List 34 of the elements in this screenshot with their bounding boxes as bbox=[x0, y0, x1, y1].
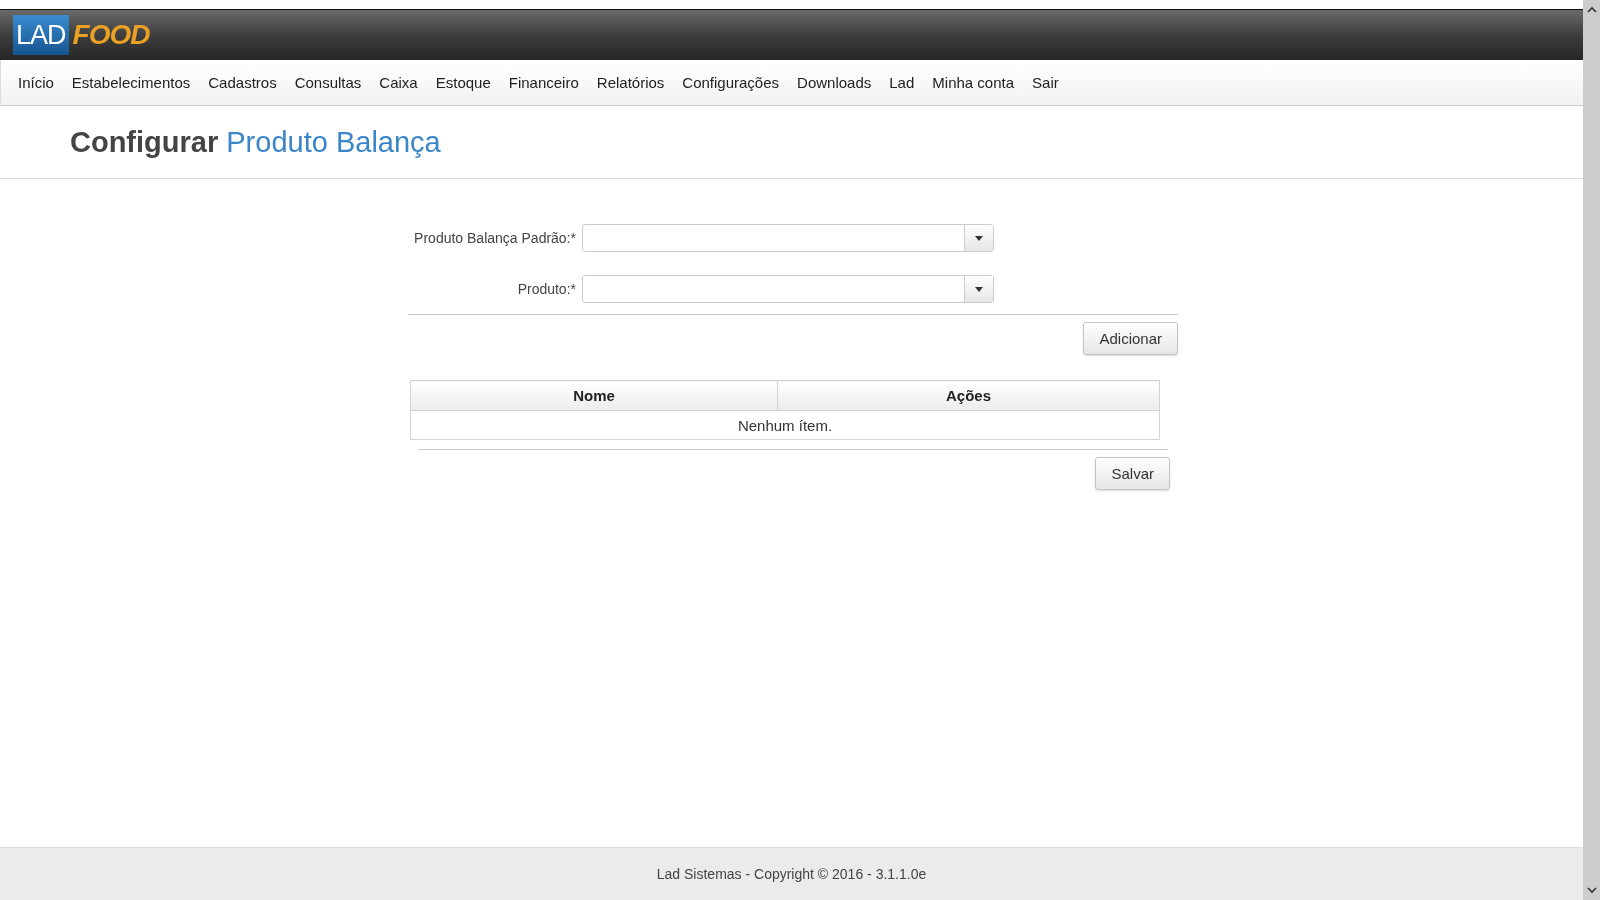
nav-link[interactable]: Início bbox=[9, 74, 63, 91]
field-label: Produto:* bbox=[516, 281, 577, 297]
nav-link[interactable]: Estabelecimentos bbox=[62, 74, 200, 91]
page-title-action: Configurar bbox=[70, 125, 219, 158]
nav-link[interactable]: Configurações bbox=[673, 74, 789, 91]
nav-link[interactable]: Consultas bbox=[285, 74, 371, 91]
scroll-down-icon[interactable] bbox=[1586, 887, 1597, 894]
add-button[interactable]: Adicionar bbox=[1083, 322, 1178, 355]
logo-mark[interactable]: LAD bbox=[13, 15, 69, 55]
scroll-up-icon[interactable] bbox=[1586, 6, 1597, 13]
nav-link[interactable]: Estoque bbox=[426, 74, 500, 91]
dropdown-button[interactable] bbox=[964, 225, 993, 251]
nav-link[interactable]: Cadastros bbox=[199, 74, 286, 91]
page-title-subject: Produto Balança bbox=[226, 125, 441, 158]
caret-icon bbox=[975, 286, 983, 292]
logo-text[interactable]: FOOD bbox=[68, 19, 150, 51]
save-button[interactable]: Salvar bbox=[1095, 457, 1170, 490]
nav-link[interactable]: Caixa bbox=[370, 74, 427, 91]
nav-link[interactable]: Downloads bbox=[788, 74, 881, 91]
nav-link[interactable]: Lad bbox=[880, 74, 924, 91]
empty-message: Nenhum ítem. bbox=[410, 410, 1160, 440]
caret-icon bbox=[975, 235, 983, 241]
nav-link[interactable]: Relatórios bbox=[587, 74, 674, 91]
column-header: Nome bbox=[410, 380, 778, 411]
column-header: Ações bbox=[777, 380, 1160, 411]
nav-link[interactable]: Financeiro bbox=[499, 74, 588, 91]
select-field[interactable] bbox=[582, 224, 994, 252]
copyright-text: Lad Sistemas - Copyright © 2016 - 3.1.1.0e bbox=[656, 866, 927, 882]
nav-link[interactable]: Sair bbox=[1023, 74, 1068, 91]
nav-link[interactable]: Minha conta bbox=[923, 74, 1024, 91]
scrollbar[interactable] bbox=[1583, 0, 1600, 900]
field-label: Produto Balança Padrão:* bbox=[413, 230, 577, 246]
dropdown-button[interactable] bbox=[964, 276, 993, 302]
select-field[interactable] bbox=[582, 275, 994, 303]
